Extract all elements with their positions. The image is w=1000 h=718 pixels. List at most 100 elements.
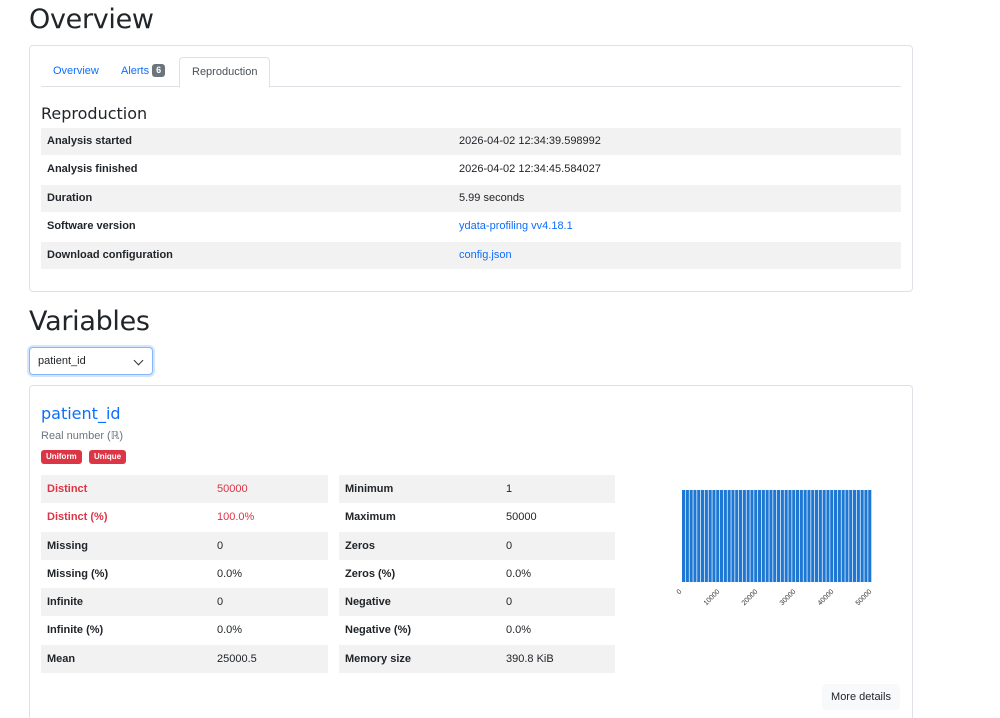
stat-key: Mean xyxy=(47,652,76,665)
x-tick-label: 40000 xyxy=(817,588,836,607)
stat-value: 0.0% xyxy=(217,624,243,637)
histogram-bar xyxy=(773,490,777,582)
table-row: Zeros 0 xyxy=(339,531,615,560)
stat-key: Distinct xyxy=(47,483,88,495)
reproduction-heading: Reproduction xyxy=(41,104,148,123)
tab-reproduction[interactable]: Reproduction xyxy=(179,57,271,88)
row-key: Download configuration xyxy=(47,248,173,261)
variable-select[interactable]: patient_id xyxy=(29,347,153,375)
histogram-bar xyxy=(704,490,708,582)
table-row: Download configuration config.json xyxy=(41,241,901,270)
row-key: Analysis started xyxy=(47,135,132,147)
table-row: Missing (%) 0.0% xyxy=(41,560,328,588)
stat-key: Missing xyxy=(47,539,88,552)
stat-value: 0.0% xyxy=(506,624,532,637)
variables-heading: Variables xyxy=(29,306,150,337)
histogram-bar xyxy=(830,490,834,582)
histogram-bar xyxy=(826,490,830,582)
stat-key: Negative xyxy=(345,596,391,609)
table-row: Duration 5.99 seconds xyxy=(41,184,901,214)
histogram-bar xyxy=(845,490,849,582)
histogram-bar xyxy=(712,490,716,582)
histogram-bar xyxy=(746,490,750,582)
histogram-bar xyxy=(701,490,705,582)
stats-table-left: Distinct 50000 Distinct (%) 100.0% Missi… xyxy=(41,475,328,674)
config-download-link[interactable]: config.json xyxy=(459,249,512,261)
histogram-bar xyxy=(818,490,822,582)
table-row: Infinite (%) 0.0% xyxy=(41,616,328,644)
table-row: Maximum 50000 xyxy=(339,503,615,531)
reproduction-table: Analysis started 2026-04-02 12:34:39.598… xyxy=(41,128,901,270)
tab-overview[interactable]: Overview xyxy=(41,57,111,87)
histogram-bar xyxy=(735,490,739,582)
stat-value: 100.0% xyxy=(217,511,255,524)
histogram-bar xyxy=(864,490,868,582)
stat-key: Zeros (%) xyxy=(345,567,396,580)
x-tick-label: 0 xyxy=(676,588,684,596)
stat-value: 50000 xyxy=(217,483,248,495)
tab-alerts[interactable]: Alerts 6 xyxy=(109,57,177,87)
histogram-bar xyxy=(750,490,754,582)
row-key: Software version xyxy=(47,220,136,233)
table-row: Negative 0 xyxy=(339,588,615,617)
x-tick-label: 30000 xyxy=(779,588,798,607)
row-value: 2026-04-02 12:34:39.598992 xyxy=(459,135,601,147)
histogram-bar xyxy=(788,490,792,582)
table-row: Zeros (%) 0.0% xyxy=(339,560,615,588)
histogram-bar xyxy=(765,490,769,582)
table-row: Negative (%) 0.0% xyxy=(339,616,615,644)
stat-key: Maximum xyxy=(345,511,396,524)
histogram-bar xyxy=(803,490,807,582)
row-key: Analysis finished xyxy=(47,163,138,176)
histogram-bar xyxy=(685,490,689,582)
table-row: Software version ydata-profiling vv4.18.… xyxy=(41,213,901,242)
table-row: Analysis finished 2026-04-02 12:34:45.58… xyxy=(41,156,901,185)
histogram-bar xyxy=(853,490,857,582)
unique-badge: Unique xyxy=(89,450,127,464)
table-row: Memory size 390.8 KiB xyxy=(339,644,615,674)
histogram-bar xyxy=(796,490,800,582)
histogram-bar xyxy=(731,490,735,582)
table-row: Minimum 1 xyxy=(339,475,615,504)
stat-value: 0.0% xyxy=(506,567,532,580)
histogram-bar xyxy=(841,490,845,582)
histogram-bar xyxy=(860,490,864,582)
histogram-bar xyxy=(708,490,712,582)
stat-key: Minimum xyxy=(345,483,394,495)
more-details-button[interactable]: More details xyxy=(822,684,900,710)
histogram-bar xyxy=(799,490,803,582)
table-row: Infinite 0 xyxy=(41,588,328,617)
table-row: Analysis started 2026-04-02 12:34:39.598… xyxy=(41,128,901,157)
stat-key: Zeros xyxy=(345,539,375,552)
stat-key: Infinite (%) xyxy=(47,624,104,637)
histogram-bar xyxy=(720,490,724,582)
row-value: 2026-04-02 12:34:45.584027 xyxy=(459,163,601,176)
histogram-bar xyxy=(693,490,697,582)
histogram-bar xyxy=(780,490,784,582)
overview-card: Overview Alerts 6 Reproduction Reproducti… xyxy=(29,45,913,292)
histogram-bar xyxy=(723,490,727,582)
histogram-bar xyxy=(777,490,781,582)
variable-card: patient_id Real number (ℝ) Uniform Uniqu… xyxy=(29,385,913,718)
overview-tabs: Overview Alerts 6 Reproduction xyxy=(41,57,901,88)
histogram-bar xyxy=(784,490,788,582)
stat-value: 0 xyxy=(217,596,224,609)
stat-value: 1 xyxy=(506,483,513,495)
row-key: Duration xyxy=(47,191,93,204)
table-row: Distinct 50000 xyxy=(41,475,328,504)
profile-report: Overview Overview Alerts 6 Reproduction R… xyxy=(0,0,1000,718)
histogram-bar xyxy=(697,490,701,582)
histogram-bar xyxy=(822,490,826,582)
histogram-bar xyxy=(754,490,758,582)
histogram-bar xyxy=(849,490,853,582)
stat-value: 0 xyxy=(217,539,224,552)
x-tick-label: 10000 xyxy=(703,588,722,607)
x-tick-label: 20000 xyxy=(741,588,760,607)
histogram-bar xyxy=(682,490,686,582)
variable-type: Real number (ℝ) xyxy=(41,430,124,442)
x-tick-label: 50000 xyxy=(855,588,874,607)
software-version-link[interactable]: ydata-profiling vv4.18.1 xyxy=(459,220,573,232)
variable-name-link[interactable]: patient_id xyxy=(41,404,121,423)
stat-value: 390.8 KiB xyxy=(506,652,554,665)
histogram-bar xyxy=(716,490,720,582)
